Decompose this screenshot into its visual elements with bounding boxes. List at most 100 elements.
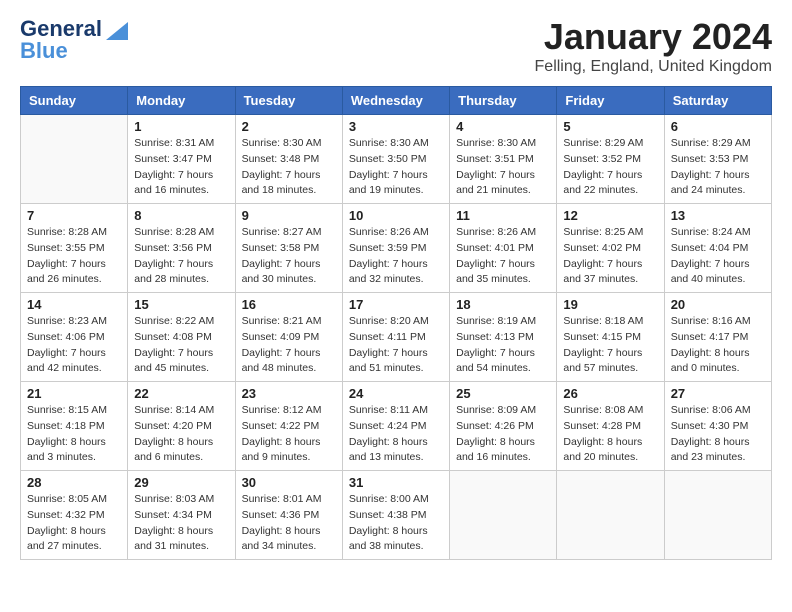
header-thursday: Thursday (450, 87, 557, 115)
calendar-cell: 28 Sunrise: 8:05 AMSunset: 4:32 PMDayligh… (21, 471, 128, 560)
day-info: Sunrise: 8:23 AMSunset: 4:06 PMDaylight:… (27, 314, 121, 377)
day-info: Sunrise: 8:05 AMSunset: 4:32 PMDaylight:… (27, 492, 121, 555)
calendar-cell: 19 Sunrise: 8:18 AMSunset: 4:15 PMDayligh… (557, 293, 664, 382)
calendar-cell: 25 Sunrise: 8:09 AMSunset: 4:26 PMDayligh… (450, 382, 557, 471)
header-saturday: Saturday (664, 87, 771, 115)
calendar-cell: 22Sunrise: 8:14 AMSunset: 4:20 PMDayligh… (128, 382, 235, 471)
day-number: 22 (134, 386, 228, 401)
calendar-cell: 26Sunrise: 8:08 AMSunset: 4:28 PMDayligh… (557, 382, 664, 471)
calendar-cell: 29 Sunrise: 8:03 AMSunset: 4:34 PMDayligh… (128, 471, 235, 560)
day-number: 19 (563, 297, 657, 312)
calendar-table: Sunday Monday Tuesday Wednesday Thursday… (20, 86, 772, 560)
calendar-cell: 13 Sunrise: 8:24 AMSunset: 4:04 PMDayligh… (664, 204, 771, 293)
calendar-cell: 2 Sunrise: 8:30 AMSunset: 3:48 PMDaylight… (235, 115, 342, 204)
calendar-cell (557, 471, 664, 560)
day-info: Sunrise: 8:30 AMSunset: 3:48 PMDaylight:… (242, 136, 336, 199)
calendar-cell: 31 Sunrise: 8:00 AMSunset: 4:38 PMDayligh… (342, 471, 449, 560)
calendar-cell: 18 Sunrise: 8:19 AMSunset: 4:13 PMDayligh… (450, 293, 557, 382)
day-info: Sunrise: 8:12 AMSunset: 4:22 PMDaylight:… (242, 403, 336, 466)
day-number: 21 (27, 386, 121, 401)
day-number: 13 (671, 208, 765, 223)
calendar-week-row: 14 Sunrise: 8:23 AMSunset: 4:06 PMDayligh… (21, 293, 772, 382)
day-number: 28 (27, 475, 121, 490)
day-number: 30 (242, 475, 336, 490)
page-header: General Blue January 2024 Felling, Engla… (20, 16, 772, 76)
day-info: Sunrise: 8:26 AMSunset: 4:01 PMDaylight:… (456, 225, 550, 288)
day-info: Sunrise: 8:11 AMSunset: 4:24 PMDaylight:… (349, 403, 443, 466)
day-number: 31 (349, 475, 443, 490)
day-info: Sunrise: 8:01 AMSunset: 4:36 PMDaylight:… (242, 492, 336, 555)
calendar-cell: 8 Sunrise: 8:28 AMSunset: 3:56 PMDaylight… (128, 204, 235, 293)
day-number: 24 (349, 386, 443, 401)
header-friday: Friday (557, 87, 664, 115)
calendar-cell: 15 Sunrise: 8:22 AMSunset: 4:08 PMDayligh… (128, 293, 235, 382)
day-number: 15 (134, 297, 228, 312)
day-info: Sunrise: 8:30 AMSunset: 3:51 PMDaylight:… (456, 136, 550, 199)
day-info: Sunrise: 8:24 AMSunset: 4:04 PMDaylight:… (671, 225, 765, 288)
calendar-week-row: 1 Sunrise: 8:31 AMSunset: 3:47 PMDaylight… (21, 115, 772, 204)
calendar-cell: 11 Sunrise: 8:26 AMSunset: 4:01 PMDayligh… (450, 204, 557, 293)
title-area: January 2024 Felling, England, United Ki… (535, 16, 772, 76)
calendar-cell: 23 Sunrise: 8:12 AMSunset: 4:22 PMDayligh… (235, 382, 342, 471)
day-info: Sunrise: 8:08 AMSunset: 4:28 PMDaylight:… (563, 403, 657, 466)
day-info: Sunrise: 8:09 AMSunset: 4:26 PMDaylight:… (456, 403, 550, 466)
day-number: 5 (563, 119, 657, 134)
day-number: 8 (134, 208, 228, 223)
calendar-cell: 27Sunrise: 8:06 AMSunset: 4:30 PMDayligh… (664, 382, 771, 471)
logo-blue-text: Blue (20, 38, 68, 64)
day-info: Sunrise: 8:31 AMSunset: 3:47 PMDaylight:… (134, 136, 228, 199)
calendar-cell: 21 Sunrise: 8:15 AMSunset: 4:18 PMDayligh… (21, 382, 128, 471)
day-info: Sunrise: 8:28 AMSunset: 3:56 PMDaylight:… (134, 225, 228, 288)
day-number: 16 (242, 297, 336, 312)
day-number: 1 (134, 119, 228, 134)
day-number: 4 (456, 119, 550, 134)
calendar-cell: 20 Sunrise: 8:16 AMSunset: 4:17 PMDayligh… (664, 293, 771, 382)
header-tuesday: Tuesday (235, 87, 342, 115)
location-subtitle: Felling, England, United Kingdom (535, 58, 772, 76)
calendar-cell: 17Sunrise: 8:20 AMSunset: 4:11 PMDayligh… (342, 293, 449, 382)
header-wednesday: Wednesday (342, 87, 449, 115)
calendar-week-row: 28 Sunrise: 8:05 AMSunset: 4:32 PMDayligh… (21, 471, 772, 560)
day-number: 2 (242, 119, 336, 134)
calendar-week-row: 21 Sunrise: 8:15 AMSunset: 4:18 PMDayligh… (21, 382, 772, 471)
day-info: Sunrise: 8:03 AMSunset: 4:34 PMDaylight:… (134, 492, 228, 555)
day-number: 18 (456, 297, 550, 312)
calendar-cell: 10 Sunrise: 8:26 AMSunset: 3:59 PMDayligh… (342, 204, 449, 293)
day-info: Sunrise: 8:18 AMSunset: 4:15 PMDaylight:… (563, 314, 657, 377)
day-number: 20 (671, 297, 765, 312)
day-number: 6 (671, 119, 765, 134)
header-monday: Monday (128, 87, 235, 115)
calendar-cell: 16 Sunrise: 8:21 AMSunset: 4:09 PMDayligh… (235, 293, 342, 382)
calendar-cell: 4 Sunrise: 8:30 AMSunset: 3:51 PMDaylight… (450, 115, 557, 204)
calendar-week-row: 7 Sunrise: 8:28 AMSunset: 3:55 PMDaylight… (21, 204, 772, 293)
day-number: 10 (349, 208, 443, 223)
day-number: 25 (456, 386, 550, 401)
day-info: Sunrise: 8:22 AMSunset: 4:08 PMDaylight:… (134, 314, 228, 377)
day-number: 14 (27, 297, 121, 312)
calendar-cell (664, 471, 771, 560)
day-info: Sunrise: 8:20 AMSunset: 4:11 PMDaylight:… (349, 314, 443, 377)
calendar-cell (21, 115, 128, 204)
day-info: Sunrise: 8:19 AMSunset: 4:13 PMDaylight:… (456, 314, 550, 377)
calendar-cell: 3Sunrise: 8:30 AMSunset: 3:50 PMDaylight… (342, 115, 449, 204)
day-number: 11 (456, 208, 550, 223)
day-info: Sunrise: 8:30 AMSunset: 3:50 PMDaylight:… (349, 136, 443, 199)
calendar-cell: 6 Sunrise: 8:29 AMSunset: 3:53 PMDaylight… (664, 115, 771, 204)
day-info: Sunrise: 8:27 AMSunset: 3:58 PMDaylight:… (242, 225, 336, 288)
calendar-cell: 5 Sunrise: 8:29 AMSunset: 3:52 PMDaylight… (557, 115, 664, 204)
day-info: Sunrise: 8:00 AMSunset: 4:38 PMDaylight:… (349, 492, 443, 555)
calendar-cell (450, 471, 557, 560)
day-info: Sunrise: 8:29 AMSunset: 3:53 PMDaylight:… (671, 136, 765, 199)
day-number: 23 (242, 386, 336, 401)
day-number: 29 (134, 475, 228, 490)
day-number: 9 (242, 208, 336, 223)
calendar-cell: 7 Sunrise: 8:28 AMSunset: 3:55 PMDaylight… (21, 204, 128, 293)
day-info: Sunrise: 8:16 AMSunset: 4:17 PMDaylight:… (671, 314, 765, 377)
calendar-cell: 14 Sunrise: 8:23 AMSunset: 4:06 PMDayligh… (21, 293, 128, 382)
day-info: Sunrise: 8:15 AMSunset: 4:18 PMDaylight:… (27, 403, 121, 466)
day-number: 7 (27, 208, 121, 223)
day-info: Sunrise: 8:28 AMSunset: 3:55 PMDaylight:… (27, 225, 121, 288)
day-info: Sunrise: 8:29 AMSunset: 3:52 PMDaylight:… (563, 136, 657, 199)
day-info: Sunrise: 8:26 AMSunset: 3:59 PMDaylight:… (349, 225, 443, 288)
day-info: Sunrise: 8:21 AMSunset: 4:09 PMDaylight:… (242, 314, 336, 377)
